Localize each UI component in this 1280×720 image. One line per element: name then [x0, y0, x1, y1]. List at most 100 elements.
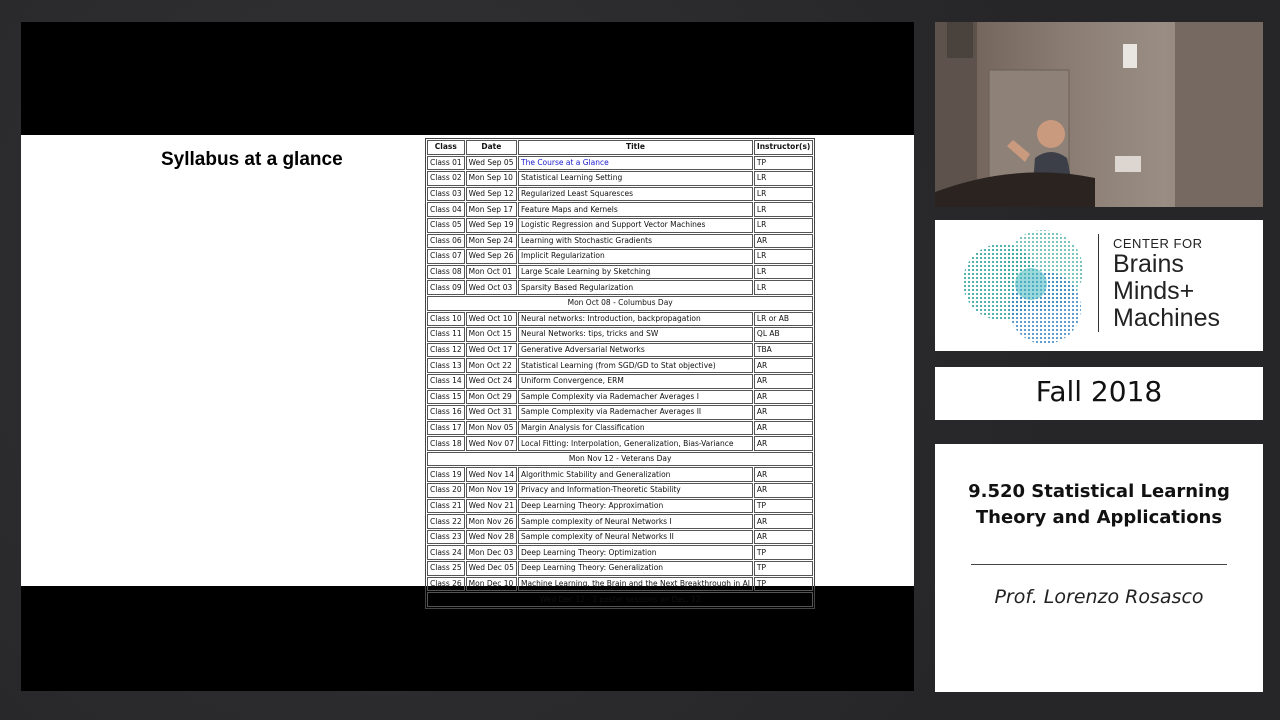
logo-line-center-for: CENTER FOR	[1113, 236, 1203, 251]
class-cell: Class 22	[427, 514, 465, 529]
column-header: Class	[427, 140, 465, 155]
title-cell: Neural networks: Introduction, backpropa…	[517, 311, 753, 327]
title-cell: Sample complexity of Neural Networks II	[517, 529, 753, 545]
title-cell: Privacy and Information-Theoretic Stabil…	[517, 483, 753, 498]
logo-wordmark: CENTER FOR Brains Minds+ Machines	[1098, 234, 1220, 332]
instructor-cell: AR	[753, 405, 814, 420]
table-row: Class 25 Wed Dec 05 Deep Learning Theory: …	[427, 561, 814, 576]
instructor-cell: LR	[753, 217, 814, 233]
class-cell: Class 21	[427, 498, 465, 514]
title-cell: Generative Adversarial Networks	[517, 342, 753, 358]
table-row: Class 18 Wed Nov 07 Local Fitting: Interpo…	[427, 436, 814, 451]
class-cell: Class 01	[427, 155, 465, 171]
table-row: Class 05 Wed Sep 19 Logistic Regression an…	[427, 217, 814, 233]
class-cell: Class 11	[427, 327, 465, 342]
table-separator-row: Mon Nov 12 - Veterans Day	[427, 451, 814, 467]
title-cell: Margin Analysis for Classification	[517, 420, 753, 436]
logo-line-machines: Machines	[1113, 304, 1220, 332]
class-cell: Class 18	[427, 436, 465, 451]
title-cell: Neural Networks: tips, tricks and SW	[517, 327, 753, 342]
table-row: Class 15 Mon Oct 29 Sample Complexity via …	[427, 389, 814, 405]
class-cell: Class 17	[427, 420, 465, 436]
table-row: Class 09 Wed Oct 03 Sparsity Based Regular…	[427, 280, 814, 295]
class-cell: Class 26	[427, 576, 465, 592]
course-title: 9.520 Statistical Learning Theory and Ap…	[968, 481, 1230, 528]
class-cell: Class 10	[427, 311, 465, 327]
title-link[interactable]: The Course at a Glance	[517, 155, 753, 171]
date-cell: Wed Oct 03	[465, 280, 517, 295]
class-cell: Class 19	[427, 467, 465, 483]
table-row: Class 12 Wed Oct 17 Generative Adversarial…	[427, 342, 814, 358]
table-row: Class 22 Mon Nov 26 Sample complexity of N…	[427, 514, 814, 529]
term-panel: Fall 2018	[935, 367, 1263, 420]
instructor-cell: AR	[753, 483, 814, 498]
class-cell: Class 23	[427, 529, 465, 545]
instructor-cell: TP	[753, 576, 814, 592]
title-cell: Feature Maps and Kernels	[517, 202, 753, 217]
instructor-cell: LR	[753, 202, 814, 217]
instructor-cell: AR	[753, 514, 814, 529]
separator-cell: Mon Nov 12 - Veterans Day	[427, 451, 814, 467]
class-cell: Class 02	[427, 171, 465, 186]
date-cell: Wed Oct 17	[465, 342, 517, 358]
table-row: Class 03 Wed Sep 12 Regularized Least Squa…	[427, 186, 814, 202]
class-cell: Class 08	[427, 264, 465, 280]
date-cell: Mon Sep 10	[465, 171, 517, 186]
class-cell: Class 13	[427, 358, 465, 373]
instructor-cell: LR	[753, 249, 814, 264]
title-cell: Algorithmic Stability and Generalization	[517, 467, 753, 483]
title-cell: Deep Learning Theory: Generalization	[517, 561, 753, 576]
table-row: Class 02 Mon Sep 10 Statistical Learning S…	[427, 171, 814, 186]
title-cell: Logistic Regression and Support Vector M…	[517, 217, 753, 233]
table-separator-row: Wed Dec 12 - 2 poster sessions on Dec. 1…	[427, 592, 814, 607]
instructor-cell: TP	[753, 498, 814, 514]
table-row: Class 01 Wed Sep 05 The Course at a Glance…	[427, 155, 814, 171]
date-cell: Wed Dec 05	[465, 561, 517, 576]
title-cell: Uniform Convergence, ERM	[517, 373, 753, 389]
table-row: Class 26 Mon Dec 10 Machine Learning, the …	[427, 576, 814, 592]
date-cell: Wed Oct 10	[465, 311, 517, 327]
date-cell: Wed Oct 24	[465, 373, 517, 389]
title-cell: Learning with Stochastic Gradients	[517, 233, 753, 249]
class-cell: Class 15	[427, 389, 465, 405]
title-cell: Regularized Least Squaresces	[517, 186, 753, 202]
date-cell: Wed Sep 12	[465, 186, 517, 202]
instructor-cell: LR or AB	[753, 311, 814, 327]
table-row: Class 07 Wed Sep 26 Implicit Regularizatio…	[427, 249, 814, 264]
table-row: Class 10 Wed Oct 10 Neural networks: Intro…	[427, 311, 814, 327]
title-cell: Sample Complexity via Rademacher Average…	[517, 405, 753, 420]
date-cell: Mon Dec 03	[465, 545, 517, 561]
syllabus-table: Class Date Title Instructor(s) Class 01 W…	[425, 138, 816, 609]
date-cell: Wed Nov 21	[465, 498, 517, 514]
instructor-cell: LR	[753, 171, 814, 186]
table-row: Class 17 Mon Nov 05 Margin Analysis for Cl…	[427, 420, 814, 436]
table-row: Class 23 Wed Nov 28 Sample complexity of N…	[427, 529, 814, 545]
date-cell: Wed Sep 19	[465, 217, 517, 233]
separator-cell: Mon Oct 08 - Columbus Day	[427, 295, 814, 311]
date-cell: Mon Oct 01	[465, 264, 517, 280]
class-cell: Class 12	[427, 342, 465, 358]
table-row: Class 04 Mon Sep 17 Feature Maps and Kerne…	[427, 202, 814, 217]
table-row: Class 19 Wed Nov 14 Algorithmic Stability …	[427, 467, 814, 483]
title-cell: Implicit Regularization	[517, 249, 753, 264]
term-label: Fall 2018	[1035, 375, 1163, 408]
date-cell: Wed Nov 28	[465, 529, 517, 545]
speaker-video-frame	[935, 22, 1263, 207]
instructor-cell: LR	[753, 264, 814, 280]
table-row: Class 24 Mon Dec 03 Deep Learning Theory: …	[427, 545, 814, 561]
slide-frame: Syllabus at a glance Class Date Title In…	[21, 22, 914, 691]
class-cell: Class 25	[427, 561, 465, 576]
title-cell: Large Scale Learning by Sketching	[517, 264, 753, 280]
date-cell: Mon Oct 29	[465, 389, 517, 405]
speaker-video	[935, 22, 1263, 207]
column-header: Title	[517, 140, 753, 155]
title-cell: Sample Complexity via Rademacher Average…	[517, 389, 753, 405]
date-cell: Wed Sep 05	[465, 155, 517, 171]
class-cell: Class 06	[427, 233, 465, 249]
table-row: Class 13 Mon Oct 22 Statistical Learning (…	[427, 358, 814, 373]
title-cell: Statistical Learning Setting	[517, 171, 753, 186]
instructor-cell: TP	[753, 155, 814, 171]
instructor-cell: AR	[753, 467, 814, 483]
date-cell: Mon Nov 26	[465, 514, 517, 529]
class-cell: Class 14	[427, 373, 465, 389]
